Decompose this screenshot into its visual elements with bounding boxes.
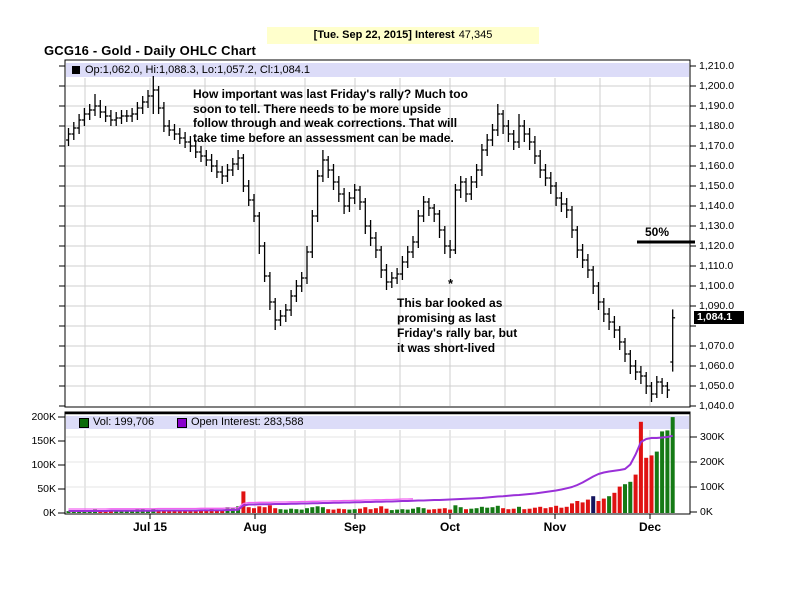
price-axis-label: 1,190.0 xyxy=(699,100,734,112)
price-axis-label: 1,180.0 xyxy=(699,120,734,132)
price-axis-label: 1,200.0 xyxy=(699,80,734,92)
fifty-percent-label: 50% xyxy=(645,225,669,239)
annotation-line: follow through and weak corrections. Tha… xyxy=(193,116,468,131)
asterisk-marker: * xyxy=(448,276,453,291)
annotation-line: take time before an assessment can be ma… xyxy=(193,131,468,146)
volume-axis-label: 150K xyxy=(16,435,56,447)
month-axis-label: Aug xyxy=(243,520,266,534)
annotation-line: How important was last Friday's rally? M… xyxy=(193,87,468,102)
month-axis-label: Sep xyxy=(344,520,366,534)
volume-bars xyxy=(67,417,675,513)
price-axis-label: 1,100.0 xyxy=(699,280,734,292)
price-axis-label: 1,040.0 xyxy=(699,400,734,412)
volume-axis-label: 0K xyxy=(16,507,56,519)
price-axis-label: 1,140.0 xyxy=(699,200,734,212)
volume-axis-label: 100K xyxy=(16,459,56,471)
price-axis-label: 1,170.0 xyxy=(699,140,734,152)
volume-axis-label: 50K xyxy=(16,483,56,495)
annotation-line: This bar looked as xyxy=(397,296,517,311)
bar-comment-annotation: This bar looked aspromising as lastFrida… xyxy=(397,296,517,356)
price-axis-label: 1,210.0 xyxy=(699,60,734,72)
annotation-line: it was short-lived xyxy=(397,341,517,356)
price-axis-label: 1,150.0 xyxy=(699,180,734,192)
chart-page: [Tue. Sep 22, 2015] Interest47,345 GCG16… xyxy=(0,0,800,600)
annotation-line: Friday's rally bar, but xyxy=(397,326,517,341)
last-price-tag: 1,084.1 xyxy=(694,311,744,324)
price-axis-label: 1,160.0 xyxy=(699,160,734,172)
open-interest-axis-label: 300K xyxy=(700,431,725,443)
annotation-line: promising as last xyxy=(397,311,517,326)
open-interest-axis-label: 100K xyxy=(700,481,725,493)
month-axis-label: Oct xyxy=(440,520,460,534)
open-interest-axis-label: 0K xyxy=(700,506,713,518)
price-axis-label: 1,120.0 xyxy=(699,240,734,252)
price-axis-label: 1,130.0 xyxy=(699,220,734,232)
open-interest-axis-label: 200K xyxy=(700,456,725,468)
volume-chart-frame xyxy=(65,412,690,514)
price-axis-label: 1,050.0 xyxy=(699,380,734,392)
month-axis-label: Nov xyxy=(544,520,567,534)
month-axis-label: Jul 15 xyxy=(133,520,167,534)
rally-comment-annotation: How important was last Friday's rally? M… xyxy=(193,87,468,145)
month-axis-label: Dec xyxy=(639,520,661,534)
price-axis-label: 1,060.0 xyxy=(699,360,734,372)
price-axis-label: 1,070.0 xyxy=(699,340,734,352)
annotation-line: soon to tell. There needs to be more ups… xyxy=(193,102,468,117)
volume-axis-label: 200K xyxy=(16,411,56,423)
price-axis-label: 1,110.0 xyxy=(699,260,733,272)
